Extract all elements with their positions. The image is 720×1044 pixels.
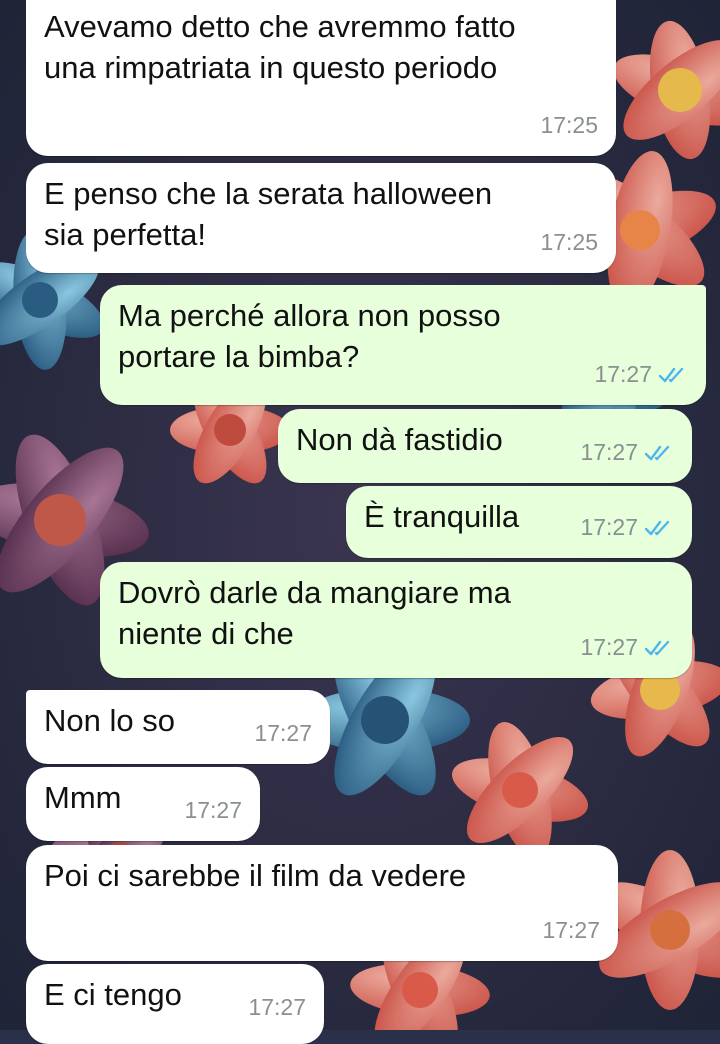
message-meta: 17:27 bbox=[594, 354, 688, 395]
double-check-icon bbox=[644, 640, 670, 655]
double-check-icon bbox=[644, 520, 670, 535]
message-meta: 17:27 bbox=[254, 713, 312, 754]
message-time: 17:27 bbox=[184, 797, 242, 823]
message-text: Poi ci sarebbe il film da vedere bbox=[44, 858, 467, 893]
message-text: E penso che la serata halloween sia perf… bbox=[44, 176, 493, 252]
message-time: 17:27 bbox=[580, 634, 638, 660]
message-meta: 17:27 bbox=[184, 790, 242, 831]
message-time: 17:25 bbox=[540, 112, 598, 138]
message-time: 17:27 bbox=[580, 514, 638, 540]
incoming-message[interactable]: Non lo so 17:27 bbox=[26, 690, 330, 764]
outgoing-message[interactable]: È tranquilla 17:27 bbox=[346, 486, 692, 558]
message-meta: 17:25 bbox=[540, 222, 598, 263]
incoming-message[interactable]: Mmm 17:27 bbox=[26, 767, 260, 841]
incoming-message[interactable]: Avevamo detto che avremmo fatto una rimp… bbox=[26, 0, 616, 156]
outgoing-message[interactable]: Dovrò darle da mangiare ma niente di che… bbox=[100, 562, 692, 678]
message-time: 17:27 bbox=[248, 994, 306, 1020]
double-check-icon bbox=[644, 445, 670, 460]
message-meta: 17:27 bbox=[580, 627, 674, 668]
double-check-icon bbox=[658, 367, 684, 382]
message-meta: 17:27 bbox=[542, 910, 600, 951]
incoming-message[interactable]: E penso che la serata halloween sia perf… bbox=[26, 163, 616, 273]
message-meta: 17:27 bbox=[580, 432, 674, 473]
message-meta: 17:25 bbox=[540, 105, 598, 146]
message-meta: 17:27 bbox=[248, 987, 306, 1028]
message-time: 17:27 bbox=[542, 917, 600, 943]
message-time: 17:27 bbox=[594, 361, 652, 387]
message-meta: 17:27 bbox=[580, 507, 674, 548]
incoming-message[interactable]: Poi ci sarebbe il film da vedere 17:27 bbox=[26, 845, 618, 961]
outgoing-message[interactable]: Non dà fastidio 17:27 bbox=[278, 409, 692, 483]
outgoing-message[interactable]: Ma perché allora non posso portare la bi… bbox=[100, 285, 706, 405]
incoming-message[interactable]: E ci tengo 17:27 bbox=[26, 964, 324, 1044]
message-text: Avevamo detto che avremmo fatto una rimp… bbox=[44, 9, 516, 85]
message-time: 17:27 bbox=[254, 720, 312, 746]
message-time: 17:27 bbox=[580, 439, 638, 465]
message-time: 17:25 bbox=[540, 229, 598, 255]
message-list: Avevamo detto che avremmo fatto una rimp… bbox=[0, 0, 720, 1044]
